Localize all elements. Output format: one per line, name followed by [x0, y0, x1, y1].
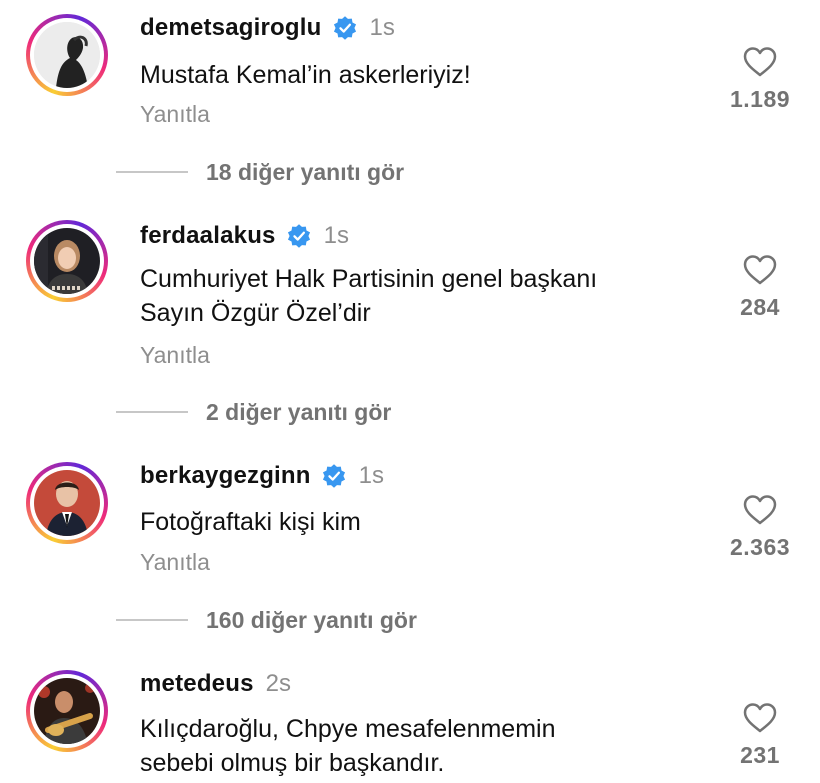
like-control: 2.363: [710, 494, 810, 561]
like-count: 1.189: [729, 86, 791, 112]
comment-text-line: Cumhuriyet Halk Partisinin genel başkanı: [140, 265, 598, 293]
heart-icon[interactable]: [742, 254, 778, 286]
timestamp: 2s: [265, 670, 292, 697]
timestamp: 1s: [323, 222, 349, 249]
heart-icon[interactable]: [742, 702, 778, 734]
avatar[interactable]: [26, 670, 108, 752]
view-more-replies-label[interactable]: 2 diğer yanıtı gör: [206, 399, 391, 426]
avatar[interactable]: [26, 220, 108, 302]
view-more-replies-label[interactable]: 18 diğer yanıtı gör: [206, 159, 404, 186]
username[interactable]: demetsagiroglu: [140, 14, 322, 42]
comment-text: Mustafa Kemal’in askerleriyiz!: [140, 61, 471, 89]
reply-button[interactable]: Yanıtla: [140, 342, 210, 369]
divider: [116, 171, 188, 173]
like-count: 231: [740, 742, 780, 768]
verified-badge-icon: [287, 224, 310, 248]
reply-button[interactable]: Yanıtla: [140, 549, 210, 576]
comment-text: Cumhuriyet Halk Partisinin genel başkanı…: [140, 262, 720, 330]
comment-text: Kılıçdaroğlu, Chpye mesafelenmemin sebeb…: [140, 712, 720, 780]
like-control: 1.189: [710, 46, 810, 113]
view-more-replies[interactable]: 18 diğer yanıtı gör: [116, 157, 404, 187]
view-more-replies-label[interactable]: 160 diğer yanıtı gör: [206, 607, 417, 634]
username[interactable]: berkaygezginn: [140, 462, 311, 490]
username[interactable]: metedeus: [140, 670, 254, 698]
timestamp: 1s: [358, 462, 385, 489]
divider: [116, 619, 188, 621]
like-count: 2.363: [729, 534, 791, 560]
avatar[interactable]: [26, 14, 108, 96]
view-more-replies[interactable]: 2 diğer yanıtı gör: [116, 397, 391, 427]
avatar[interactable]: [26, 462, 108, 544]
username[interactable]: ferdaalakus: [140, 222, 276, 250]
comment-text: Fotoğraftaki kişi kim: [140, 508, 361, 536]
view-more-replies[interactable]: 160 diğer yanıtı gör: [116, 605, 417, 635]
reply-button[interactable]: Yanıtla: [140, 101, 210, 128]
comment-text-line: Kılıçdaroğlu, Chpye mesafelenmemin: [140, 715, 556, 743]
like-count: 284: [740, 294, 780, 320]
verified-badge-icon: [333, 16, 356, 40]
comment-text-line: Sayın Özgür Özel’dir: [140, 299, 371, 327]
like-control: 284: [710, 254, 810, 321]
heart-icon[interactable]: [742, 46, 778, 78]
divider: [116, 411, 188, 413]
like-control: 231: [710, 702, 810, 769]
heart-icon[interactable]: [742, 494, 778, 526]
comment-text-line: sebebi olmuş bir başkandır.: [140, 749, 445, 777]
verified-badge-icon: [322, 464, 345, 488]
timestamp: 1s: [369, 14, 395, 41]
